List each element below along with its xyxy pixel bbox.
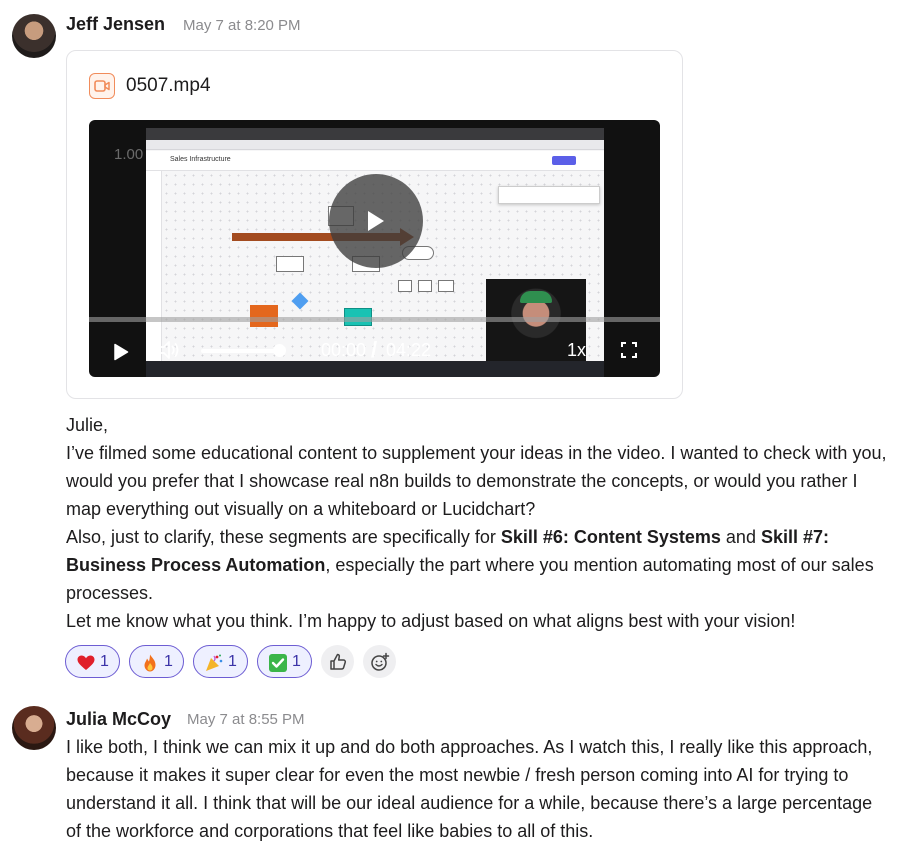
reaction-count: 1 [228,653,237,670]
video-frame-browser-bar [146,128,604,140]
thumbs-up-button[interactable] [321,645,354,678]
video-frame-share-button [552,156,576,165]
video-frame-node [276,256,304,272]
reaction-count: 1 [100,653,109,670]
video-file-icon [89,73,115,99]
video-frame-app-toolbar: Sales Infrastructure [146,151,604,171]
author-name[interactable]: Julia McCoy [66,709,171,730]
video-attachment: 0507.mp4 Sales Infrastructure 1.00 00:00… [66,50,683,399]
text-run: and [720,527,761,547]
reaction-count: 1 [292,653,301,670]
author-name[interactable]: Jeff Jensen [66,14,165,35]
message-body: Julie, I’ve filmed some educational cont… [66,411,891,635]
file-name[interactable]: 0507.mp4 [126,75,211,97]
message-timestamp[interactable]: May 7 at 8:20 PM [183,17,301,34]
current-time: 00:00 [321,340,367,360]
fullscreen-icon[interactable] [620,341,638,359]
volume-slider-handle[interactable] [273,344,286,357]
add-reaction-icon [371,652,390,671]
paragraph: Let me know what you think. I’m happy to… [66,611,796,631]
paragraph: Also, just to clarify, these segments ar… [66,523,891,607]
message-body: I like both, I think we can mix it up an… [66,737,873,841]
reaction-party[interactable]: 1 [193,645,248,678]
heart-emoji-icon [77,655,95,670]
thumbs-up-icon [330,653,347,670]
add-reaction-button[interactable] [363,645,396,678]
video-frame-speed-ghost: 1.00 [114,146,144,163]
total-time: 04:22 [386,340,432,360]
video-frame-webcam-cap [520,291,552,303]
volume-icon[interactable] [157,339,181,361]
avatar-jeff-jensen[interactable] [12,14,56,58]
reaction-heart[interactable]: 1 [65,645,120,678]
big-play-button[interactable] [329,174,423,268]
video-frame-popup [498,186,600,204]
text-run: Also, just to clarify, these segments ar… [66,527,501,547]
video-frame-node [438,280,454,292]
reaction-fire[interactable]: 1 [129,645,184,678]
paragraph: I’ve filmed some educational content to … [66,443,887,519]
party-popper-emoji-icon [206,654,223,671]
check-mark-emoji-icon [269,654,287,672]
bold-skill-6: Skill #6: Content Systems [500,527,721,547]
video-frame-node [398,280,412,292]
time-separator: / [371,337,378,362]
fire-emoji-icon [144,654,156,672]
video-frame-node [418,280,432,292]
video-frame-board-title: Sales Infrastructure [170,156,231,163]
greeting-line: Julie, [66,415,109,435]
playback-speed-button[interactable]: 1x [567,340,586,361]
message-timestamp[interactable]: May 7 at 8:55 PM [187,711,305,728]
play-icon[interactable] [113,343,129,361]
reaction-count: 1 [164,653,173,670]
video-progress-bar[interactable] [89,317,660,322]
video-frame-bookmarks [146,140,604,150]
video-controls: 00:00 / 04:22 1x [89,325,660,377]
reaction-check[interactable]: 1 [257,645,312,678]
video-player[interactable]: Sales Infrastructure 1.00 00:00 / 04:22 … [89,120,660,377]
avatar-julia-mccoy[interactable] [12,706,56,750]
video-frame-orange-node [250,305,278,327]
volume-slider[interactable] [201,349,279,353]
